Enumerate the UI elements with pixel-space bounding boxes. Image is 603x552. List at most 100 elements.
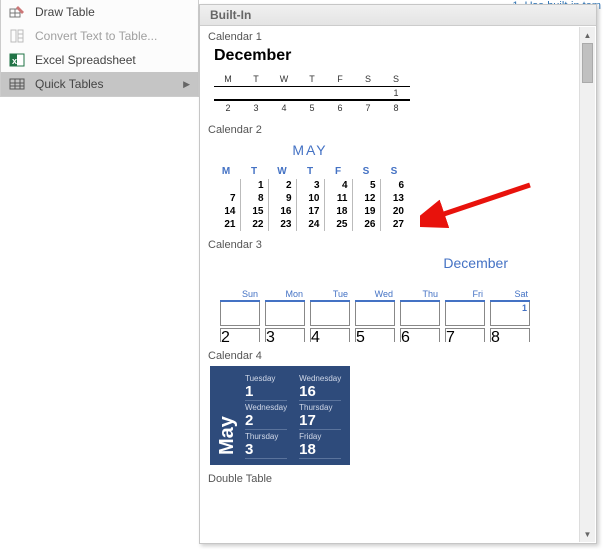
- cal1-cell: 4: [270, 100, 298, 114]
- menu-item-excel-spreadsheet[interactable]: x Excel Spreadsheet: [1, 48, 198, 72]
- cal3-day-box: [220, 302, 260, 326]
- cal2-cell: 7: [212, 192, 240, 205]
- cal3-day-box: 4: [310, 328, 350, 342]
- convert-text-icon: [9, 28, 25, 44]
- scroll-up-button[interactable]: ▲: [580, 27, 595, 43]
- calendar-4-preview[interactable]: May Tuesday1Wednesday2Thursday3 Wednesda…: [210, 366, 350, 465]
- cal3-day-box: 1: [490, 302, 530, 326]
- double-table-label: Double Table: [208, 473, 588, 485]
- cal2-cell: 18: [324, 205, 352, 218]
- cal3-day-box: 8: [490, 328, 530, 342]
- gallery-scrollbar[interactable]: ▲ ▼: [579, 27, 595, 542]
- calendar-1-preview[interactable]: December MTWTFSS 1 2345678: [214, 47, 588, 114]
- cal3-day-column: Thu6: [400, 289, 440, 342]
- excel-icon: x: [9, 52, 25, 68]
- cal2-cell: 5: [352, 179, 380, 192]
- gallery-section-header: Built-In: [200, 5, 596, 26]
- cal2-cell: 26: [352, 218, 380, 231]
- cal1-cell: 8: [382, 100, 410, 114]
- cal3-day-column: Sun 2: [220, 289, 260, 342]
- menu-label: Draw Table: [35, 5, 95, 19]
- cal3-day-header: Tue: [310, 289, 350, 302]
- menu-label: Convert Text to Table...: [35, 29, 157, 43]
- cal2-cell: 14: [212, 205, 240, 218]
- quick-tables-gallery: Built-In Calendar 1 December MTWTFSS 1 2…: [199, 4, 597, 544]
- cal2-cell: 6: [380, 179, 408, 192]
- quick-tables-icon: [9, 76, 25, 92]
- cal2-cell: 11: [324, 192, 352, 205]
- calendar-2-preview[interactable]: MAY MTWTFSS 1234567891011121314151617181…: [212, 142, 588, 231]
- cal1-cell: [326, 87, 354, 101]
- cal1-title: December: [214, 47, 588, 65]
- cal4-day-num: 16: [299, 383, 341, 401]
- cal1-cell: 3: [242, 100, 270, 114]
- menu-label: Quick Tables: [35, 77, 103, 91]
- cal2-cell: 13: [380, 192, 408, 205]
- cal3-day-box: [355, 302, 395, 326]
- cal1-header: M: [214, 73, 242, 87]
- menu-item-convert-text: Convert Text to Table...: [1, 24, 198, 48]
- cal2-cell: 8: [240, 192, 268, 205]
- cal4-day-name: Wednesday: [299, 374, 341, 383]
- scroll-thumb[interactable]: [582, 43, 593, 83]
- menu-item-quick-tables[interactable]: Quick Tables ▶: [1, 72, 198, 96]
- cal4-day-num: 17: [299, 412, 341, 430]
- cal4-day-name: Friday: [299, 432, 341, 441]
- cal3-day-column: Tue 4: [310, 289, 350, 342]
- menu-label: Excel Spreadsheet: [35, 53, 136, 67]
- cal4-day-num: 2: [245, 412, 287, 430]
- cal2-header: T: [296, 164, 324, 179]
- cal3-day-box: 6: [400, 328, 440, 342]
- cal4-day-name: Tuesday: [245, 374, 287, 383]
- cal2-table: MTWTFSS 12345678910111213141516171819202…: [212, 164, 408, 231]
- calendar-2-label: Calendar 2: [208, 124, 588, 136]
- cal1-cell: [242, 87, 270, 101]
- cal3-title: December: [208, 255, 588, 271]
- cal3-day-column: Mon 3: [265, 289, 305, 342]
- cal3-day-header: Fri: [445, 289, 485, 302]
- cal3-day-column: Wed5: [355, 289, 395, 342]
- cal2-cell: 9: [268, 192, 296, 205]
- cal1-cell: [354, 87, 382, 101]
- cal2-cell: 17: [296, 205, 324, 218]
- cal3-day-box: 2: [220, 328, 260, 342]
- cal1-header: S: [354, 73, 382, 87]
- cal4-day-name: Thursday: [245, 432, 287, 441]
- cal2-header: F: [324, 164, 352, 179]
- cal2-header: S: [352, 164, 380, 179]
- cal2-title: MAY: [212, 142, 408, 158]
- cal1-header: T: [298, 73, 326, 87]
- cal3-day-box: [310, 302, 350, 326]
- gallery-body: Calendar 1 December MTWTFSS 1 2345678 Ca…: [200, 26, 596, 542]
- cal2-header: S: [380, 164, 408, 179]
- cal2-cell: 20: [380, 205, 408, 218]
- cal2-cell: 1: [240, 179, 268, 192]
- cal3-day-header: Mon: [265, 289, 305, 302]
- cal2-cell: 3: [296, 179, 324, 192]
- cal2-cell: 21: [212, 218, 240, 231]
- cal3-day-header: Sun: [220, 289, 260, 302]
- cal3-day-header: Wed: [355, 289, 395, 302]
- cal4-day-num: 18: [299, 441, 341, 459]
- cal1-cell: [214, 87, 242, 101]
- calendar-3-preview[interactable]: December Sun2Mon3Tue4Wed5Thu6Fri7Sat18: [208, 255, 588, 342]
- svg-text:x: x: [12, 56, 17, 66]
- cal4-day-name: Thursday: [299, 403, 341, 412]
- cal4-day-name: Wednesday: [245, 403, 287, 412]
- cal2-cell: 24: [296, 218, 324, 231]
- cal3-day-box: 3: [265, 328, 305, 342]
- cal2-cell: 2: [268, 179, 296, 192]
- scroll-down-button[interactable]: ▼: [580, 526, 595, 542]
- cal1-header: W: [270, 73, 298, 87]
- cal3-day-header: Sat: [490, 289, 530, 302]
- cal3-day-box: [265, 302, 305, 326]
- calendar-4-label: Calendar 4: [208, 350, 588, 362]
- cal1-header: T: [242, 73, 270, 87]
- cal1-cell: 2: [214, 100, 242, 114]
- cal1-cell: 5: [298, 100, 326, 114]
- calendar-1-label: Calendar 1: [208, 31, 588, 43]
- cal1-header: F: [326, 73, 354, 87]
- menu-item-draw-table[interactable]: Draw Table: [1, 0, 198, 24]
- cal2-cell: 4: [324, 179, 352, 192]
- cal4-day-num: 3: [245, 441, 287, 459]
